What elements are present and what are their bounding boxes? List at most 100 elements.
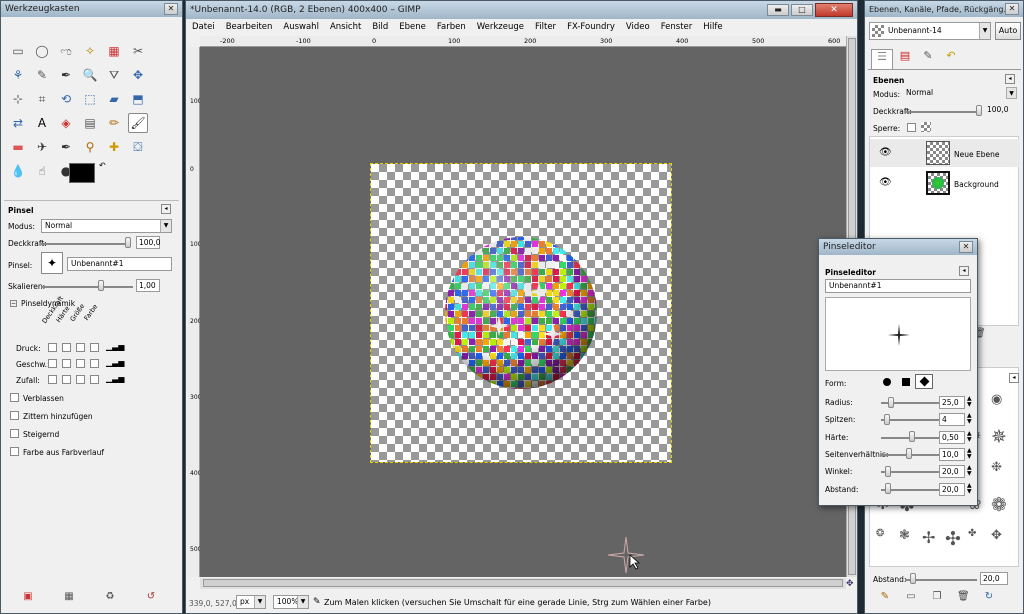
crop-icon[interactable]: ⌗ bbox=[32, 89, 52, 109]
swap-colors-icon[interactable]: ↶ bbox=[99, 161, 106, 170]
brush-thumbnail[interactable]: ✵ bbox=[991, 426, 1007, 448]
unit-select[interactable]: px ▼ bbox=[236, 595, 266, 609]
airbrush-icon[interactable]: ✈ bbox=[32, 137, 52, 157]
smudge-icon[interactable]: ☝ bbox=[32, 161, 52, 181]
brush-thumbnail[interactable]: ❉ bbox=[991, 460, 1002, 475]
shape-diamond-button[interactable] bbox=[915, 374, 933, 389]
color-selector[interactable]: ↶ bbox=[69, 161, 111, 195]
brush-thumbnail[interactable]: ❃ bbox=[899, 528, 910, 543]
scale-slider[interactable] bbox=[41, 286, 133, 288]
spin-arrows-icon[interactable]: ▲ ▼ bbox=[967, 413, 972, 425]
layer-mode-select[interactable]: Normal ▼ bbox=[903, 87, 1017, 101]
tab-channels[interactable]: ▤ bbox=[894, 49, 916, 69]
navigate-icon[interactable]: ✥ bbox=[846, 579, 854, 589]
menu-item[interactable]: Bearbeiten bbox=[226, 22, 273, 32]
layer-opacity-input[interactable]: 100,0 bbox=[985, 104, 1009, 117]
reset-options-icon[interactable]: ↺ bbox=[145, 591, 157, 603]
brush-thumbnail[interactable]: ✥ bbox=[991, 528, 1002, 543]
minimize-icon[interactable]: ▬ bbox=[767, 4, 789, 16]
lock-alpha-icon[interactable] bbox=[921, 122, 931, 132]
eraser-icon[interactable]: ▬ bbox=[8, 137, 28, 157]
delete-brush-icon[interactable]: 🗑 bbox=[957, 591, 970, 603]
panel-menu-icon[interactable]: ◂ bbox=[959, 266, 969, 276]
restore-options-icon[interactable]: ▦ bbox=[63, 591, 75, 603]
menu-item[interactable]: Ebene bbox=[399, 22, 426, 32]
image-window-titlebar[interactable]: *Unbenannt-14.0 (RGB, 2 Ebenen) 400x400 … bbox=[186, 1, 857, 19]
spin-arrows-icon[interactable]: ▲ ▼ bbox=[967, 465, 972, 477]
scale-input[interactable]: 1,00 bbox=[136, 279, 160, 292]
param-slider-handle[interactable] bbox=[887, 396, 894, 408]
auto-button[interactable]: Auto bbox=[995, 22, 1021, 40]
blend-icon[interactable]: ▤ bbox=[80, 113, 100, 133]
color-select-icon[interactable]: ▦ bbox=[104, 41, 124, 61]
heal-icon[interactable]: ✚ bbox=[104, 137, 124, 157]
close-icon[interactable]: ✕ bbox=[959, 241, 973, 253]
brush-spacing-input[interactable]: 20,0 bbox=[980, 572, 1008, 585]
tab-undo[interactable]: ↶ bbox=[940, 49, 962, 69]
option-checkbox[interactable] bbox=[10, 411, 19, 420]
menu-item[interactable]: Bild bbox=[372, 22, 388, 32]
close-icon[interactable]: ✕ bbox=[1005, 3, 1019, 15]
save-options-icon[interactable]: ▣ bbox=[22, 591, 34, 603]
brush-editor-titlebar[interactable]: Pinseleditor ✕ bbox=[819, 239, 977, 255]
lock-pixels-checkbox[interactable] bbox=[907, 123, 916, 132]
eye-icon[interactable]: 👁 bbox=[879, 177, 892, 188]
layers-dock-titlebar[interactable]: Ebenen, Kanäle, Pfade, Rückgäng... ✕ bbox=[865, 1, 1023, 17]
paths-icon[interactable]: ✎ bbox=[32, 65, 52, 85]
param-slider-handle[interactable] bbox=[885, 483, 892, 494]
panel-menu-icon[interactable]: ◂ bbox=[161, 204, 171, 214]
option-checkbox[interactable] bbox=[10, 447, 19, 456]
param-slider-handle[interactable] bbox=[885, 465, 892, 477]
zoom-icon[interactable]: 🔍 bbox=[80, 65, 100, 85]
fuzzy-select-icon[interactable]: ✧ bbox=[80, 41, 100, 61]
scale-slider-handle[interactable] bbox=[98, 280, 104, 291]
param-slider-handle[interactable] bbox=[909, 431, 915, 443]
option-checkbox[interactable] bbox=[10, 393, 19, 402]
menu-item[interactable]: Fenster bbox=[661, 22, 693, 32]
text-icon[interactable]: A bbox=[32, 113, 52, 133]
zoom-select[interactable]: 100% ▼ bbox=[273, 595, 309, 609]
duplicate-brush-icon[interactable]: ❐ bbox=[931, 591, 943, 603]
menu-item[interactable]: Werkzeuge bbox=[477, 22, 524, 32]
menu-item[interactable]: Ansicht bbox=[330, 22, 361, 32]
edit-brush-icon[interactable]: ✎ bbox=[879, 591, 891, 603]
brush-spacing-handle[interactable] bbox=[910, 573, 916, 584]
dynamics-checkbox[interactable] bbox=[76, 359, 85, 368]
dynamics-checkbox[interactable] bbox=[90, 359, 99, 368]
foreground-select-icon[interactable]: ⚘ bbox=[8, 65, 28, 85]
toolbox-titlebar[interactable]: Werkzeugkasten ✕ bbox=[1, 1, 182, 17]
perspective-clone-icon[interactable]: ⛋ bbox=[128, 137, 148, 157]
flip-icon[interactable]: ⇄ bbox=[8, 113, 28, 133]
spin-arrows-icon[interactable]: ▲ ▼ bbox=[967, 447, 972, 460]
horizontal-scrollbar[interactable] bbox=[200, 578, 846, 589]
opacity-slider[interactable] bbox=[41, 243, 131, 245]
scrollbar-thumb[interactable] bbox=[203, 579, 843, 587]
curve-icon[interactable]: ▁▃▅ bbox=[106, 342, 124, 351]
brush-thumbnail[interactable]: ✤ bbox=[968, 528, 976, 539]
new-brush-icon[interactable]: ▭ bbox=[905, 591, 917, 603]
mode-select[interactable]: Normal ▼ bbox=[41, 219, 172, 233]
brush-editor-name-field[interactable]: Unbenannt#1 bbox=[825, 279, 971, 293]
layer-opacity-handle[interactable] bbox=[976, 105, 982, 116]
image-select[interactable]: Unbenannt-14 ▼ bbox=[869, 22, 991, 40]
spin-arrows-icon[interactable]: ▲ ▼ bbox=[967, 482, 972, 495]
scale-icon[interactable]: ⬚ bbox=[80, 89, 100, 109]
scissors-icon[interactable]: ✂ bbox=[128, 41, 148, 61]
curve-icon[interactable]: ▁▃▅ bbox=[106, 374, 124, 383]
menu-item[interactable]: FX-Foundry bbox=[567, 22, 615, 32]
layer-opacity-slider[interactable] bbox=[905, 111, 981, 113]
lasso-icon[interactable]: ಌ bbox=[56, 41, 76, 61]
rotate-icon[interactable]: ⟲ bbox=[56, 89, 76, 109]
param-input[interactable]: 20,0 bbox=[939, 465, 965, 479]
dynamics-checkbox[interactable] bbox=[48, 359, 57, 368]
menu-item[interactable]: Auswahl bbox=[283, 22, 319, 32]
opacity-input[interactable]: 100,0 bbox=[136, 236, 160, 249]
option-checkbox[interactable] bbox=[10, 429, 19, 438]
brush-thumbnail[interactable]: ❂ bbox=[876, 528, 884, 539]
eye-icon[interactable]: 👁 bbox=[879, 147, 892, 158]
menu-item[interactable]: Video bbox=[626, 22, 650, 32]
param-input[interactable]: 10,0 bbox=[939, 447, 965, 461]
blur-icon[interactable]: 💧 bbox=[8, 161, 28, 181]
align-icon[interactable]: ⊹ bbox=[8, 89, 28, 109]
brush-thumbnail[interactable]: ◉ bbox=[991, 392, 1002, 407]
